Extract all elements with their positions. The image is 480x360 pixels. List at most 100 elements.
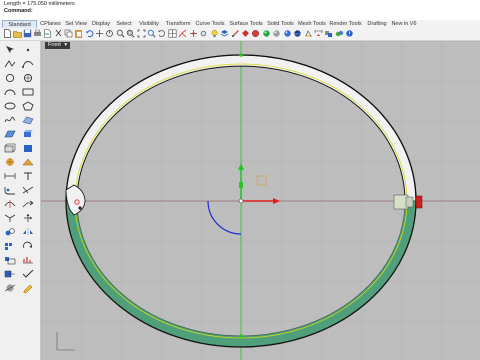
left-point-marker	[78, 206, 82, 210]
rotate-view-icon[interactable]	[105, 29, 114, 38]
copy-icon[interactable]	[64, 29, 73, 38]
group-icon[interactable]	[335, 29, 344, 38]
front-viewport[interactable]	[41, 41, 480, 360]
select-point-icon[interactable]	[189, 29, 198, 38]
circle-icon[interactable]	[3, 73, 17, 83]
tab-display[interactable]: Display	[89, 20, 113, 28]
cut-icon[interactable]	[54, 29, 63, 38]
box-icon[interactable]	[3, 143, 17, 153]
render-mesh-icon[interactable]	[21, 157, 35, 167]
tab-cplanes[interactable]: CPlanes	[38, 20, 63, 28]
four-viewports-icon[interactable]	[168, 29, 177, 38]
materials-icon[interactable]	[241, 29, 250, 38]
ellipse-icon[interactable]	[3, 101, 17, 111]
layer-icon[interactable]	[220, 29, 229, 38]
paste-icon[interactable]	[74, 29, 83, 38]
snap-icon[interactable]	[199, 29, 208, 38]
command-area[interactable]: Length = 175.050 millimeters Command:	[0, 0, 480, 21]
freeform-icon[interactable]	[3, 115, 17, 125]
properties-icon[interactable]	[231, 29, 240, 38]
pencil-icon[interactable]	[21, 283, 35, 293]
surface-icon[interactable]	[21, 115, 35, 125]
mesh-icon[interactable]	[3, 157, 17, 167]
surface-corners-icon[interactable]	[3, 129, 17, 139]
options-icon[interactable]	[345, 29, 354, 38]
tab-visibility[interactable]: Visibility	[135, 20, 163, 28]
scale-icon[interactable]	[3, 255, 17, 265]
open-file-icon[interactable]	[13, 29, 22, 38]
solid-icon[interactable]	[21, 143, 35, 153]
tab-mesh-tools[interactable]: Mesh Tools	[296, 20, 328, 28]
circle-center-icon[interactable]	[21, 73, 35, 83]
select-arrow-icon[interactable]	[3, 45, 17, 55]
rotate-tool-icon[interactable]	[21, 241, 35, 251]
pan-icon[interactable]	[95, 29, 104, 38]
undo-icon[interactable]	[85, 29, 94, 38]
standard-toolbar	[0, 28, 480, 41]
print-icon[interactable]	[33, 29, 42, 38]
tab-select[interactable]: Select	[113, 20, 135, 28]
array-icon[interactable]	[3, 241, 17, 251]
left-toolbox	[0, 41, 41, 360]
viewport-name: Front	[48, 42, 61, 48]
command-prompt[interactable]: Command:	[4, 8, 33, 15]
bottom-quad-point	[239, 334, 243, 338]
extrude-icon[interactable]	[21, 129, 35, 139]
command-history: Length = 175.050 millimeters	[4, 1, 75, 7]
tab-set-view[interactable]: Set View	[63, 20, 89, 28]
boolean-icon[interactable]	[3, 269, 17, 279]
tab-solid-tools[interactable]: Solid Tools	[265, 20, 296, 28]
zoom-extents-icon[interactable]	[137, 29, 146, 38]
rectangle-icon[interactable]	[21, 87, 35, 97]
arc-icon[interactable]	[3, 87, 17, 97]
explode-icon[interactable]	[3, 213, 17, 223]
lights-icon[interactable]	[210, 29, 219, 38]
dimension-icon[interactable]	[314, 29, 323, 38]
mirror-icon[interactable]	[21, 227, 35, 237]
curve-icon[interactable]	[21, 59, 35, 69]
render-icon[interactable]	[272, 29, 281, 38]
viewport-menu-icon[interactable]: ▾	[64, 42, 67, 48]
tab-render-tools[interactable]: Render Tools	[328, 20, 363, 28]
analyze-icon[interactable]	[21, 255, 35, 265]
zoom-selected-icon[interactable]	[147, 29, 156, 38]
polygon-icon[interactable]	[21, 101, 35, 111]
right-red-block[interactable]	[415, 195, 423, 209]
dimension-tool-icon[interactable]	[3, 171, 17, 181]
tab-new-in-v6[interactable]: New in V6	[391, 20, 417, 28]
undo-view-icon[interactable]	[157, 29, 166, 38]
tab-transform[interactable]: Transform	[163, 20, 193, 28]
tab-drafting[interactable]: Drafting	[363, 20, 391, 28]
new-file-icon[interactable]	[3, 29, 12, 38]
tab-surface-tools[interactable]: Surface Tools	[227, 20, 265, 28]
block-icon[interactable]	[324, 29, 333, 38]
display-mode-icon[interactable]	[3, 283, 17, 293]
split-icon[interactable]	[3, 199, 17, 209]
tab-curve-tools[interactable]: Curve Tools	[193, 20, 227, 28]
environment-icon[interactable]	[293, 29, 302, 38]
gumball-origin[interactable]	[238, 198, 244, 204]
render-shaded-icon[interactable]	[251, 29, 260, 38]
copy-tool-icon[interactable]	[3, 227, 17, 237]
check-icon[interactable]	[21, 269, 35, 279]
toolbar-tabs: Standard CPlanes Set View Display Select…	[0, 20, 480, 28]
point-icon[interactable]	[21, 45, 35, 55]
move-icon[interactable]	[21, 213, 35, 223]
text-tool-icon[interactable]	[21, 171, 35, 181]
render-preview-icon[interactable]	[262, 29, 271, 38]
join-icon[interactable]	[21, 199, 35, 209]
zoom-icon[interactable]	[116, 29, 125, 38]
texture-icon[interactable]	[304, 29, 313, 38]
top-quad-point	[239, 53, 243, 57]
gumball-y-handle[interactable]	[239, 182, 243, 188]
tab-standard[interactable]: Standard	[2, 20, 37, 28]
import-icon[interactable]	[43, 29, 52, 38]
render-settings-icon[interactable]	[283, 29, 292, 38]
save-icon[interactable]	[23, 29, 32, 38]
cplane-icon[interactable]	[178, 29, 187, 38]
trim-icon[interactable]	[21, 185, 35, 195]
viewport-label[interactable]: Front ▾	[45, 42, 71, 49]
zoom-window-icon[interactable]	[126, 29, 135, 38]
polyline-icon[interactable]	[3, 59, 17, 69]
fillet-icon[interactable]	[3, 185, 17, 195]
